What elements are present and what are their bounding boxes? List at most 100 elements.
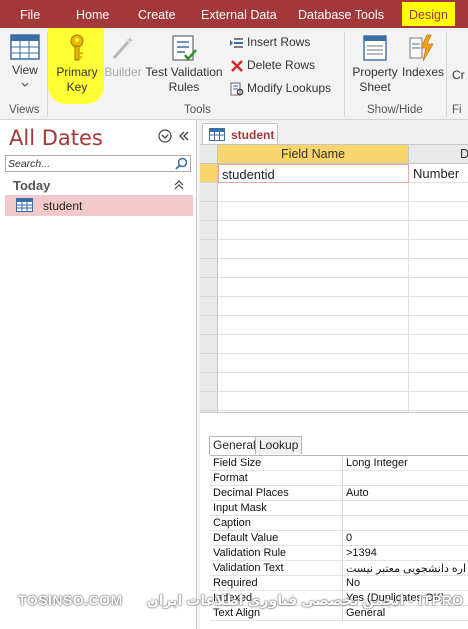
property-label: Default Value <box>213 532 279 544</box>
insert-rows-button[interactable]: Insert Rows <box>230 33 310 51</box>
property-row[interactable]: Input Mask <box>210 501 468 516</box>
data-type-cell[interactable] <box>409 183 468 202</box>
field-name-cell[interactable]: studentid <box>218 164 409 183</box>
nav-group-header[interactable]: Today <box>5 176 191 194</box>
data-type-cell[interactable] <box>409 316 468 335</box>
property-value[interactable]: 0 <box>346 532 352 544</box>
property-row[interactable]: Decimal Places Auto <box>210 486 468 501</box>
nav-menu-dropdown-icon[interactable] <box>158 129 172 143</box>
delete-rows-button[interactable]: Delete Rows <box>230 56 315 74</box>
row-selector[interactable] <box>200 202 218 221</box>
property-row[interactable]: Validation Text اره دانشجویی معتبر نیست <box>210 561 468 576</box>
tab-design[interactable]: Design <box>402 2 455 26</box>
nav-pane-title[interactable]: All Dates <box>9 126 103 150</box>
data-type-cell[interactable] <box>409 354 468 373</box>
tab-database-tools[interactable]: Database Tools <box>298 0 384 28</box>
property-sheet-button[interactable]: Property Sheet <box>350 34 400 95</box>
nav-item-student[interactable]: student <box>5 195 193 216</box>
tab-external-data[interactable]: External Data <box>201 0 277 28</box>
property-row[interactable]: Field Size Long Integer <box>210 456 468 471</box>
tab-general[interactable]: General <box>209 436 260 455</box>
data-type-cell[interactable] <box>409 259 468 278</box>
field-name-cell[interactable] <box>218 259 409 278</box>
collapse-group-icon[interactable] <box>173 179 185 191</box>
modify-lookups-button[interactable]: Modify Lookups <box>230 79 331 97</box>
row-selector[interactable] <box>200 392 218 411</box>
data-type-cell[interactable] <box>409 202 468 221</box>
ribbon-separator <box>446 32 447 116</box>
tab-home[interactable]: Home <box>76 0 109 28</box>
primary-key-button[interactable]: Primary Key <box>52 34 102 95</box>
property-label: Format <box>213 472 248 484</box>
data-type-cell[interactable] <box>409 297 468 316</box>
field-name-cell[interactable] <box>218 221 409 240</box>
document-tab-student[interactable]: student <box>202 123 278 145</box>
row-selector[interactable] <box>200 354 218 373</box>
builder-button[interactable]: Builder <box>103 34 143 80</box>
field-name-cell[interactable] <box>218 354 409 373</box>
property-row[interactable]: Default Value 0 <box>210 531 468 546</box>
property-divider <box>342 516 343 531</box>
tab-lookup[interactable]: Lookup <box>255 436 303 454</box>
field-name-cell[interactable] <box>218 392 409 411</box>
data-type-cell[interactable] <box>409 392 468 411</box>
field-name-cell[interactable] <box>218 316 409 335</box>
row-selector[interactable] <box>200 335 218 354</box>
test-validation-rules-button[interactable]: Test Validation Rules <box>144 34 224 95</box>
indexes-button[interactable]: Indexes <box>402 34 444 80</box>
property-label: Decimal Places <box>213 487 289 499</box>
field-name-cell[interactable] <box>218 335 409 354</box>
insert-rows-label: Insert Rows <box>247 35 311 49</box>
property-row[interactable]: Caption <box>210 516 468 531</box>
property-row[interactable]: Required No <box>210 576 468 591</box>
property-label: Required <box>213 577 258 589</box>
row-selector[interactable] <box>200 240 218 259</box>
row-selector[interactable] <box>200 164 218 183</box>
row-selector[interactable] <box>200 278 218 297</box>
menu-bar: File Home Create External Data Database … <box>0 0 468 28</box>
tab-file[interactable]: File <box>20 0 40 28</box>
property-divider <box>342 546 343 561</box>
data-type-cell[interactable] <box>409 373 468 392</box>
field-name-cell[interactable] <box>218 278 409 297</box>
property-value[interactable]: Long Integer <box>346 457 408 469</box>
property-row[interactable]: Format <box>210 471 468 486</box>
clipped-ribbon-label: Cr <box>452 68 465 82</box>
clipped-ribbon-button[interactable]: Cr <box>452 34 468 83</box>
delete-rows-icon <box>231 59 243 72</box>
property-divider <box>342 471 343 486</box>
field-name-cell[interactable] <box>218 373 409 392</box>
property-value[interactable]: اره دانشجویی معتبر نیست <box>346 562 466 575</box>
property-value[interactable]: No <box>346 577 360 589</box>
field-name-cell[interactable] <box>218 183 409 202</box>
row-selector[interactable] <box>200 183 218 202</box>
property-value[interactable]: >1394 <box>346 547 377 559</box>
field-name-cell[interactable] <box>218 202 409 221</box>
shutter-bar-collapse-icon[interactable] <box>177 129 191 143</box>
property-label: Caption <box>213 517 251 529</box>
column-header-data-type[interactable]: D <box>409 145 468 164</box>
select-all-corner[interactable] <box>200 145 218 164</box>
search-icon[interactable] <box>175 157 188 170</box>
data-type-cell[interactable] <box>409 278 468 297</box>
lightning-icon <box>409 34 434 62</box>
field-name-cell[interactable] <box>218 240 409 259</box>
row-selector[interactable] <box>200 373 218 392</box>
field-name-cell[interactable] <box>218 297 409 316</box>
row-selector[interactable] <box>200 316 218 335</box>
column-header-field-name[interactable]: Field Name <box>218 145 409 164</box>
tab-create[interactable]: Create <box>138 0 176 28</box>
row-selector[interactable] <box>200 221 218 240</box>
data-type-cell[interactable] <box>409 335 468 354</box>
data-type-cell[interactable] <box>409 240 468 259</box>
property-value[interactable]: Auto <box>346 487 369 499</box>
property-row[interactable]: Validation Rule >1394 <box>210 546 468 561</box>
data-type-cell[interactable] <box>409 221 468 240</box>
data-type-cell[interactable]: Number <box>409 164 468 183</box>
property-divider <box>342 531 343 546</box>
nav-search-box <box>5 155 191 172</box>
row-selector[interactable] <box>200 259 218 278</box>
row-selector[interactable] <box>200 297 218 316</box>
nav-search-input[interactable] <box>6 156 171 172</box>
view-button[interactable]: View <box>8 34 42 88</box>
